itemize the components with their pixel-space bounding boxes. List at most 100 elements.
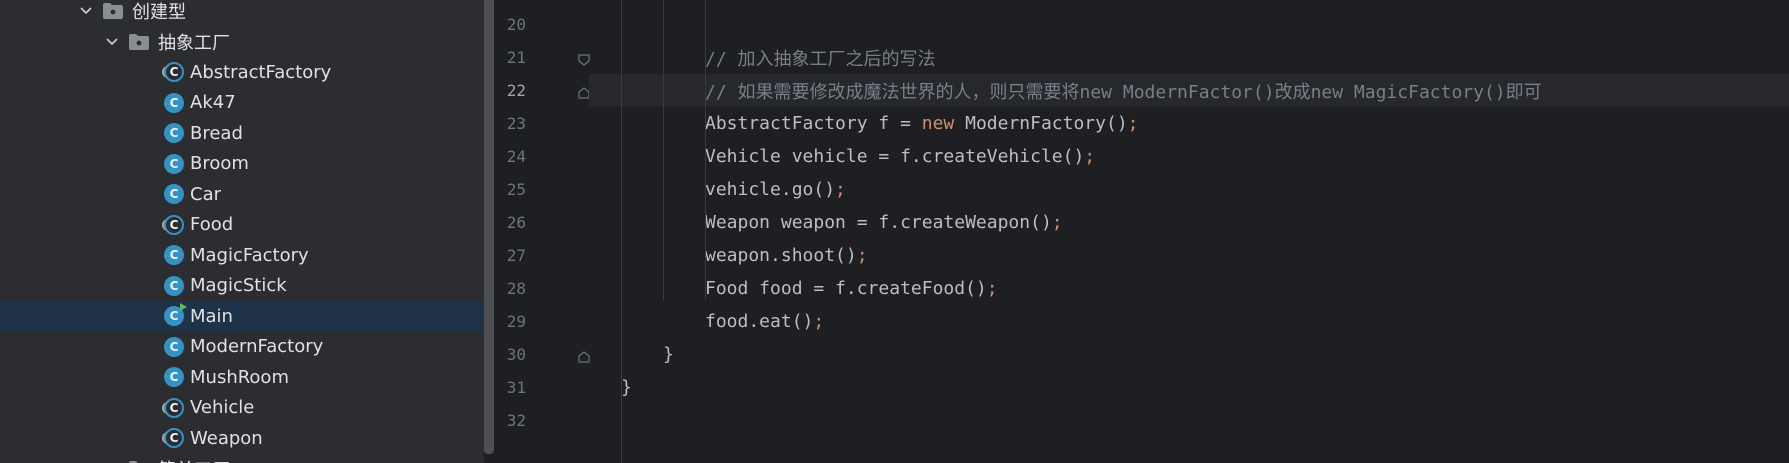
code-token-semi: ;	[986, 278, 998, 299]
code-token-plain: AbstractFactory f =	[705, 113, 922, 134]
code-token-plain: ModernFactory()	[954, 113, 1128, 134]
chevron-down-icon[interactable]	[102, 32, 122, 52]
code-token-plain: weapon.shoot()	[705, 245, 857, 266]
tree-item-label: Food	[190, 214, 234, 235]
tree-item-class[interactable]: C AbstractFactory	[0, 57, 484, 87]
code-line[interactable]: food.eat();	[705, 305, 824, 338]
code-token-semi: ;	[856, 245, 868, 266]
project-tree[interactable]: 创建型 抽象工厂 C AbstractFactory C Ak47 C Bread C Broom…	[0, 0, 484, 463]
tree-item-package[interactable]: 创建型	[0, 0, 484, 26]
code-editor[interactable]: 20 21 22 23 24 25 26 27 28 29 30 31 32 // 加入抽象工厂之后的写…	[494, 0, 1789, 463]
tree-item-label: MushRoom	[190, 366, 289, 388]
tree-item-label: Weapon	[190, 427, 263, 449]
indent-guide	[663, 0, 664, 300]
line-number: 31	[506, 378, 526, 397]
class-icon: C	[164, 336, 184, 357]
abstract-class-icon: C	[162, 397, 184, 418]
code-token-plain: food.eat()	[705, 311, 814, 332]
tree-item-label: 抽象工厂	[158, 32, 230, 54]
code-token-semi: ;	[1051, 212, 1063, 233]
code-line[interactable]: Vehicle vehicle = f.createVehicle();	[705, 140, 1095, 173]
tree-item-label: Car	[190, 183, 221, 205]
tree-item-label: Main	[190, 305, 233, 327]
indent-guide	[621, 0, 622, 463]
package-folder-icon	[128, 33, 150, 51]
tree-item-label: MagicStick	[190, 275, 287, 296]
abstract-class-icon: C	[162, 62, 184, 82]
tree-item-label: Broom	[190, 153, 249, 174]
line-number: 23	[506, 114, 526, 133]
code-token-semi: ;	[813, 311, 825, 332]
class-icon: C	[164, 184, 184, 204]
tree-item-label: Vehicle	[190, 397, 255, 418]
code-line[interactable]: AbstractFactory f = new ModernFactory();	[705, 107, 1139, 140]
abstract-class-icon: C	[162, 428, 184, 448]
tree-item-package[interactable]: 抽象工厂	[0, 27, 484, 57]
line-number: 24	[506, 147, 526, 166]
package-folder-icon	[128, 460, 150, 463]
code-line[interactable]: Weapon weapon = f.createWeapon();	[705, 206, 1063, 239]
tree-item-label: Ak47	[190, 92, 236, 113]
code-token-plain: }	[663, 344, 674, 365]
code-token-keyword: new	[921, 113, 955, 134]
line-number: 20	[506, 15, 526, 34]
code-line[interactable]: // 加入抽象工厂之后的写法	[705, 41, 936, 74]
tree-item-class[interactable]: C Vehicle	[0, 393, 484, 423]
class-icon: C	[164, 275, 184, 296]
code-line[interactable]: Food food = f.createFood();	[705, 272, 998, 305]
line-number: 27	[506, 246, 526, 265]
tree-item-class[interactable]: C Broom	[0, 149, 484, 179]
code-line[interactable]: }	[621, 371, 632, 404]
code-token-plain: Weapon weapon = f.createWeapon()	[705, 212, 1052, 233]
runnable-class-icon: C	[164, 303, 187, 326]
code-token-semi: ;	[1127, 113, 1139, 134]
tree-item-class[interactable]: C MagicFactory	[0, 240, 484, 270]
tree-item-class[interactable]: C Bread	[0, 118, 484, 148]
code-token-plain: Vehicle vehicle = f.createVehicle()	[705, 146, 1085, 167]
code-token-plain: }	[621, 377, 632, 398]
tree-item-label: ModernFactory	[190, 336, 324, 357]
code-token-comment: // 加入抽象工厂之后的写法	[705, 48, 936, 70]
code-line[interactable]: vehicle.go();	[705, 173, 846, 206]
project-tree-scrollbar[interactable]	[484, 0, 494, 454]
tree-item-class[interactable]: C MushRoom	[0, 362, 484, 392]
tree-item-label: 简单工厂	[158, 456, 230, 463]
class-icon: C	[164, 367, 184, 387]
tree-item-class[interactable]: C ModernFactory	[0, 332, 484, 362]
line-number: 21	[506, 48, 526, 67]
line-number: 29	[506, 312, 526, 331]
tree-item-class[interactable]: C Weapon	[0, 423, 484, 453]
class-icon: C	[164, 153, 184, 174]
tree-item-class[interactable]: C Ak47	[0, 88, 484, 118]
class-icon: C	[164, 123, 184, 143]
ide-window: 创建型 抽象工厂 C AbstractFactory C Ak47 C Bread C Broom…	[0, 0, 1789, 463]
tree-item-package[interactable]: 简单工厂	[0, 454, 484, 463]
tree-item-class[interactable]: C Car	[0, 179, 484, 209]
code-token-semi: ;	[1084, 146, 1096, 167]
tree-item-class[interactable]: C MagicStick	[0, 271, 484, 301]
tree-item-class[interactable]: C Main	[0, 301, 484, 331]
class-icon: C	[164, 245, 184, 265]
code-token-plain: vehicle.go()	[705, 179, 836, 200]
code-line[interactable]: weapon.shoot();	[705, 239, 868, 272]
tree-item-class[interactable]: C Food	[0, 210, 484, 240]
package-folder-icon	[102, 2, 124, 20]
line-number: 28	[506, 279, 526, 298]
line-number: 25	[506, 180, 526, 199]
chevron-right-icon[interactable]	[102, 459, 122, 463]
code-token-comment: // 如果需要修改成魔法世界的人，则只需要将new ModernFactor()…	[705, 81, 1542, 103]
tree-item-label: Bread	[190, 122, 243, 144]
indent-guide	[705, 0, 706, 300]
code-line[interactable]: // 如果需要修改成魔法世界的人，则只需要将new ModernFactor()…	[705, 74, 1542, 107]
chevron-down-icon[interactable]	[76, 1, 96, 21]
line-number: 26	[506, 213, 526, 232]
code-token-semi: ;	[835, 179, 846, 200]
fold-marker-icon[interactable]	[578, 51, 590, 66]
tree-item-label: 创建型	[132, 2, 186, 23]
line-number: 22	[506, 81, 526, 100]
tree-item-label: MagicFactory	[190, 244, 309, 266]
code-line[interactable]: }	[663, 338, 674, 371]
editor-gutter: 20 21 22 23 24 25 26 27 28 29 30 31 32	[494, 0, 590, 463]
class-icon: C	[164, 92, 184, 113]
fold-marker-icon[interactable]	[578, 348, 590, 363]
